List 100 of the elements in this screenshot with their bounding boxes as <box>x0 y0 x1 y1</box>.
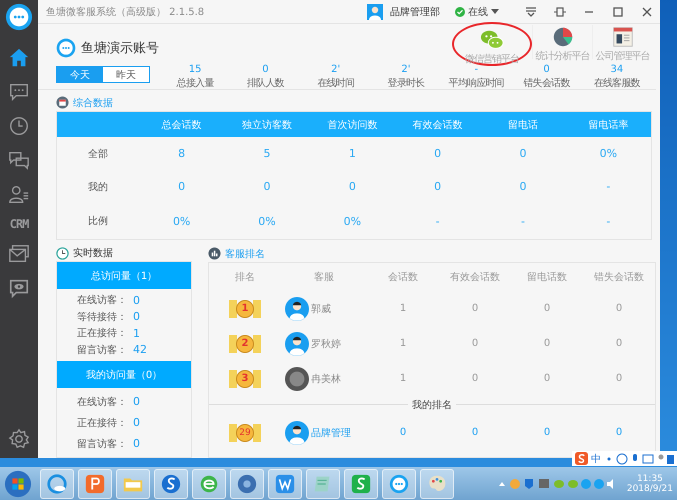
stat-label: 错失会话数 <box>524 76 570 90</box>
s-circle-icon <box>160 472 182 494</box>
metric-label: 等待接待： <box>77 310 127 324</box>
agent-name: 郭威 <box>311 302 331 316</box>
clock-time: 11:35 <box>636 474 663 484</box>
stat-label: 登录时长 <box>388 76 424 90</box>
stat-value: 15 <box>188 64 202 75</box>
taskbar-app[interactable] <box>78 468 112 498</box>
status-dropdown[interactable]: 在线 <box>455 4 499 18</box>
start-orb-icon[interactable] <box>4 470 32 498</box>
table-cell-text: 0 <box>542 303 552 314</box>
home-icon[interactable] <box>8 47 30 69</box>
section-title: 客服排名 <box>225 248 265 260</box>
metric-label: 在线访客： <box>77 294 127 308</box>
settings-icon[interactable] <box>8 428 30 450</box>
stat-value: 0 <box>543 64 550 75</box>
user-avatar-icon <box>367 4 383 20</box>
ime-mode[interactable]: 中 <box>591 452 601 466</box>
eye-bubble-icon[interactable] <box>8 277 30 299</box>
metric-value: 0 <box>133 416 140 429</box>
column-header: 独立访客数 <box>240 118 293 132</box>
table-cell-text: 0 <box>262 180 272 193</box>
metric-value: 0 <box>133 294 140 307</box>
column-header: 有效会话数 <box>412 118 464 132</box>
table-cell-text: 0 <box>470 303 480 314</box>
stat-value: - <box>474 64 478 75</box>
stat-label: 总接入量 <box>176 76 214 90</box>
bar-chart-icon <box>208 247 221 260</box>
caret-icon <box>491 9 499 14</box>
metric-label: 在线访客： <box>77 396 127 408</box>
disc-icon <box>236 472 258 494</box>
table-cell-text: 0% <box>257 214 277 228</box>
row-label: 我的 <box>87 180 109 194</box>
calendar-icon <box>56 96 69 109</box>
avatar-icon <box>285 296 309 320</box>
column-header: 总会话数 <box>160 118 203 132</box>
envelopes-icon[interactable] <box>8 243 30 265</box>
column-header: 留电话 <box>506 118 539 132</box>
menu-icon[interactable] <box>524 4 538 18</box>
person-list-icon[interactable] <box>8 183 30 205</box>
table-cell-text: - <box>605 214 612 228</box>
metric-label: 留言访客： <box>77 344 127 357</box>
taskbar-app[interactable] <box>230 468 264 498</box>
table-cell-text: 0 <box>398 427 408 438</box>
chat-bubble-icon[interactable] <box>8 81 30 103</box>
taskbar-app[interactable] <box>344 468 378 498</box>
close-icon[interactable] <box>640 4 654 18</box>
table-cell-text: 0% <box>342 214 362 228</box>
date-tab[interactable]: 昨天 <box>103 67 149 82</box>
column-header: 留电话率 <box>587 118 630 132</box>
table-cell-text: 0 <box>614 373 624 384</box>
rank-medal: 29 <box>229 424 261 442</box>
table-cell-text: 5 <box>262 147 272 160</box>
chat-bubble-logo-icon <box>56 38 76 58</box>
column-header: 客服 <box>313 270 335 284</box>
table-cell-text: 0 <box>470 427 480 438</box>
table-cell-text: 0 <box>614 338 624 349</box>
platform-button[interactable]: 公司管理平台 <box>592 25 652 59</box>
taskbar-app[interactable] <box>154 468 188 498</box>
rank-medal: 2 <box>229 334 261 352</box>
group-header: 总访问量（1） <box>57 262 191 289</box>
two-bubbles-icon[interactable] <box>8 149 30 171</box>
taskbar-app[interactable] <box>268 468 302 498</box>
table-cell-text: 0 <box>433 147 442 160</box>
taskbar-app[interactable] <box>40 468 74 498</box>
stat-value: 34 <box>610 64 624 75</box>
metric-value: 0 <box>133 437 140 450</box>
table-cell-text: 0 <box>542 373 552 384</box>
table-cell-text: - <box>605 180 612 193</box>
platform-button[interactable]: 统计分析平台 <box>532 25 592 59</box>
stat-label: 在线客服数 <box>594 76 640 90</box>
rank-medal: 1 <box>229 300 261 318</box>
metric-value: 0 <box>133 310 140 324</box>
column-header: 会话数 <box>387 270 419 284</box>
row-label: 比例 <box>87 214 109 228</box>
taskbar-app[interactable] <box>382 468 416 498</box>
agent-name: 罗秋婷 <box>311 338 341 350</box>
agent-name: 冉美林 <box>311 372 341 386</box>
column-header: 有效会话数 <box>449 270 501 284</box>
clock-date: 2018/9/21 <box>626 484 673 494</box>
taskbar-app[interactable] <box>192 468 226 498</box>
account-name: 鱼塘演示账号 <box>81 40 159 57</box>
date-tab[interactable]: 今天 <box>57 67 103 82</box>
metric-label: 正在接待： <box>77 326 127 340</box>
w-letter-icon <box>274 472 296 494</box>
column-header: 错失会话数 <box>593 270 645 284</box>
table-cell-text: 0 <box>470 338 480 349</box>
group-header: 我的访问量（0） <box>57 361 191 388</box>
maximize-icon[interactable] <box>611 4 625 18</box>
stat-value: 2' <box>401 64 411 75</box>
table-cell-text: 1 <box>398 373 408 384</box>
restore-window-icon[interactable] <box>553 4 567 18</box>
crm-tab[interactable]: CRM <box>10 217 28 231</box>
table-cell-text: 0% <box>172 214 192 228</box>
table-cell-text: 8 <box>177 147 186 160</box>
column-header: 留电话数 <box>526 270 568 284</box>
column-header: 首次访问数 <box>326 118 378 132</box>
stat-label: 排队人数 <box>247 76 284 90</box>
clock-icon[interactable] <box>8 115 30 137</box>
avatar-icon <box>285 332 309 356</box>
